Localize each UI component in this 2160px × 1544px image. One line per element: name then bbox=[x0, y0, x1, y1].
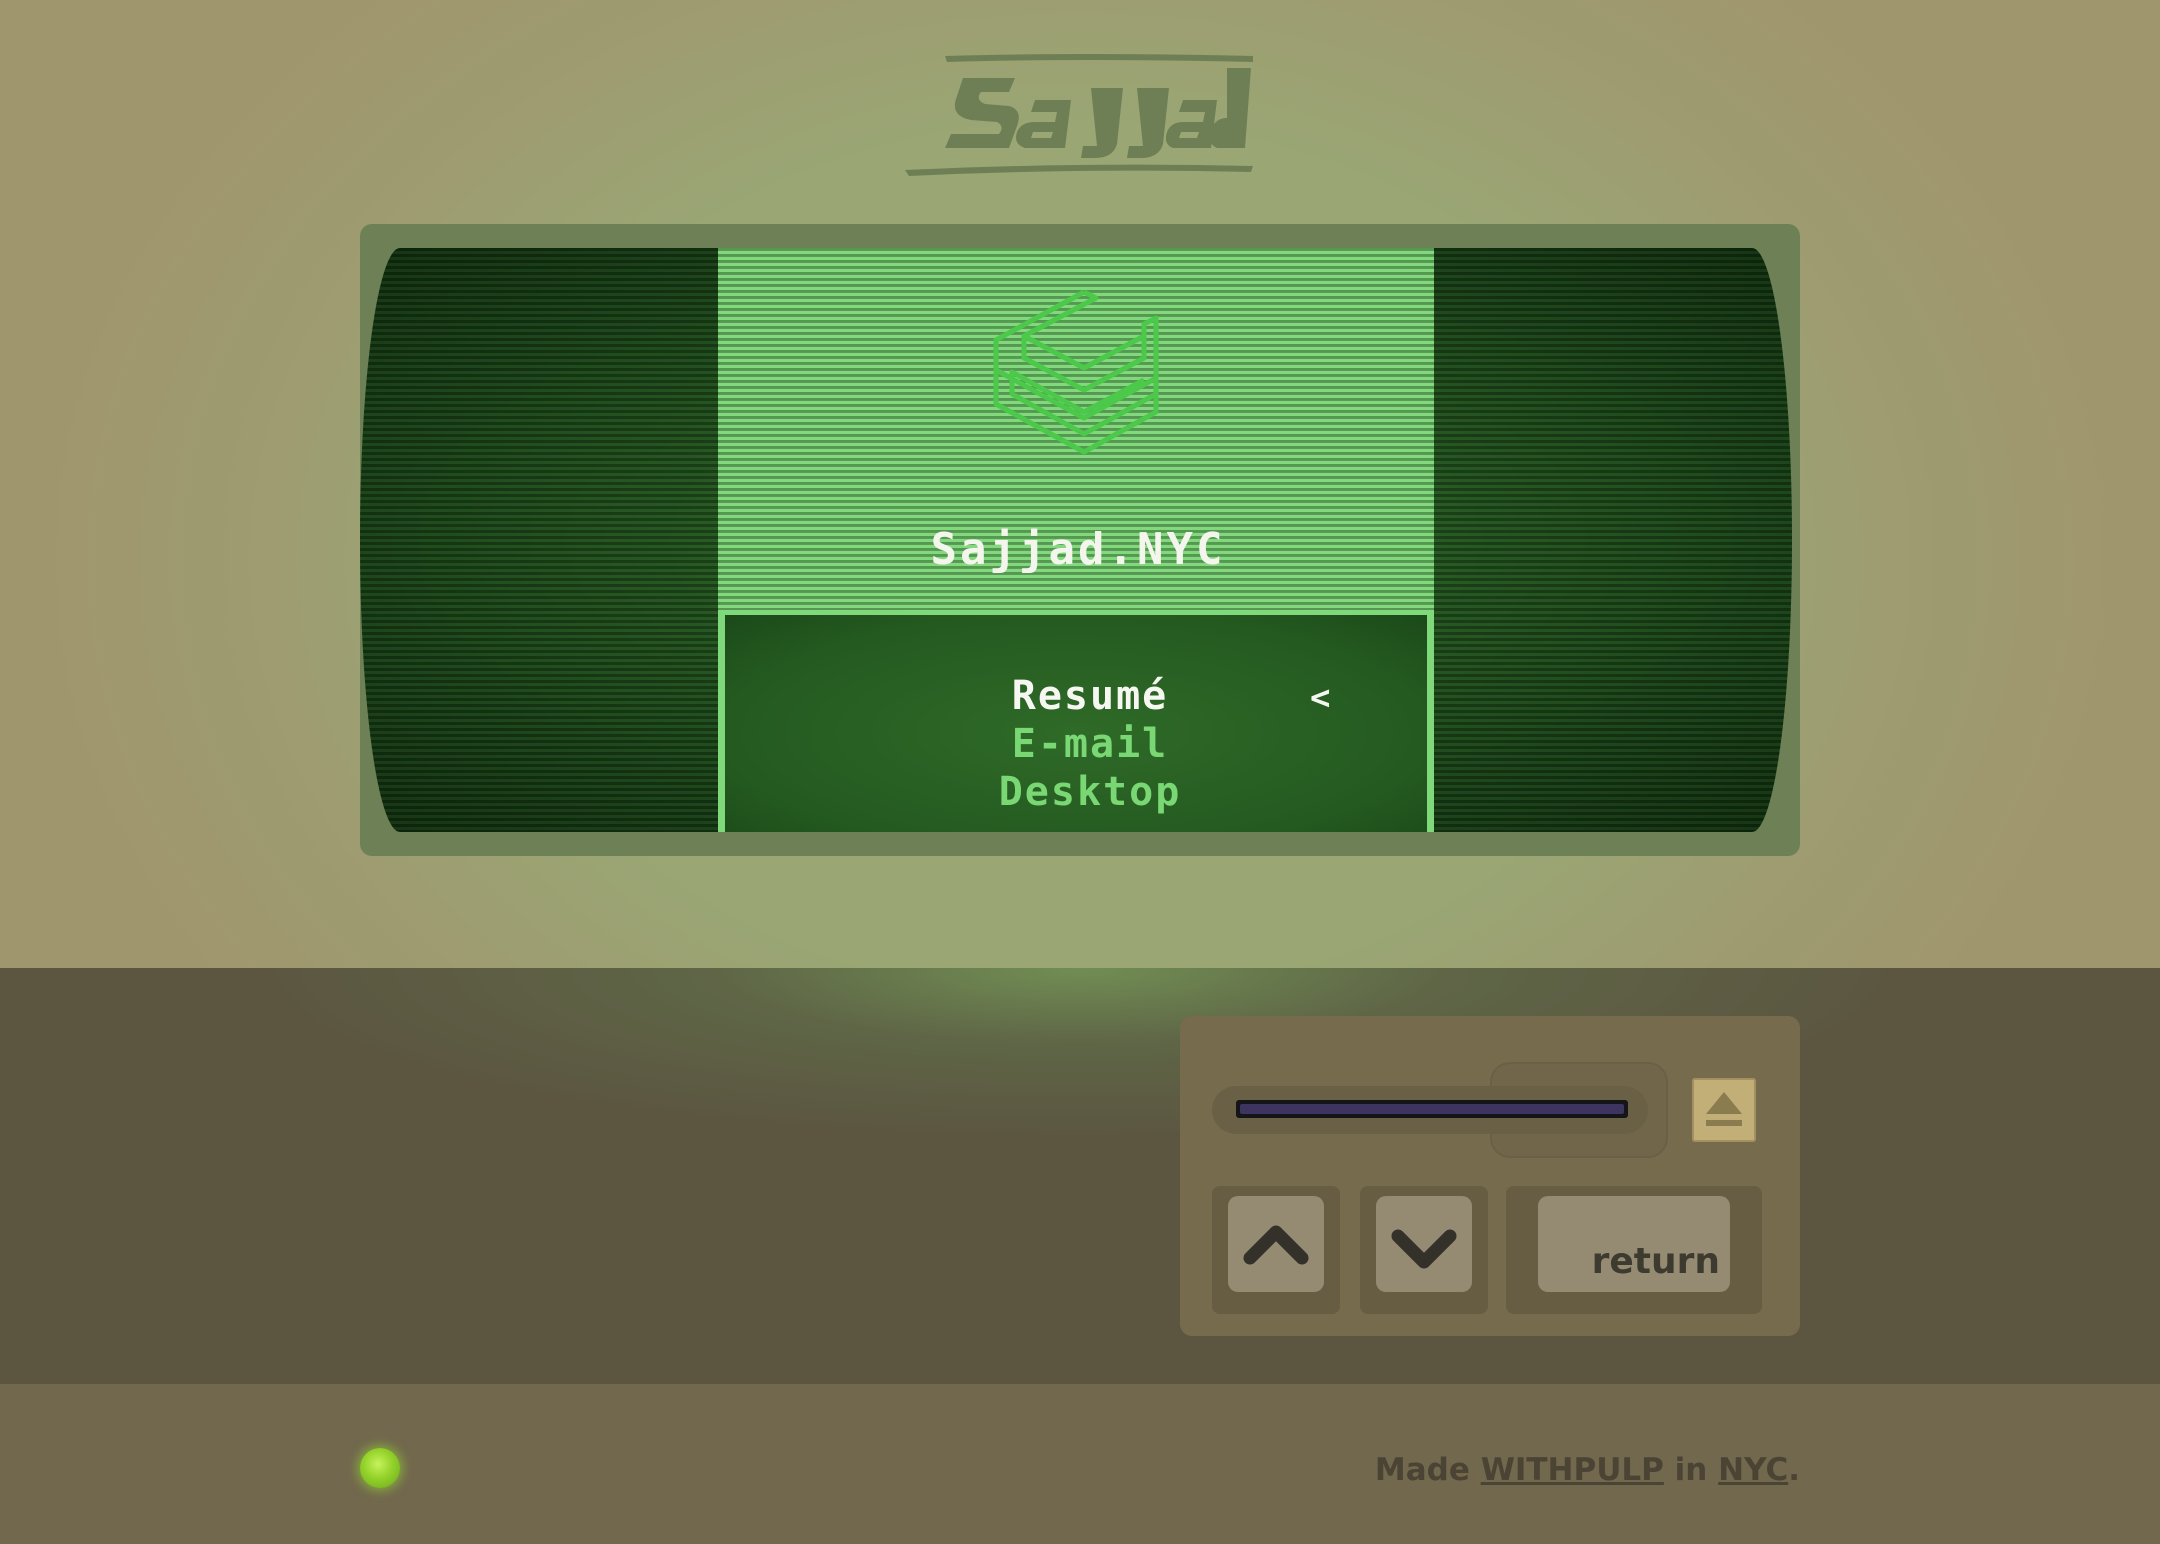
chevron-down-icon bbox=[1391, 1229, 1457, 1269]
s-cube-logo-icon bbox=[993, 289, 1159, 455]
menu-cursor-icon: < bbox=[1310, 678, 1331, 718]
nyc-link[interactable]: NYC bbox=[1718, 1452, 1788, 1488]
screen-glow bbox=[0, 968, 2160, 1148]
power-led-icon bbox=[360, 1448, 400, 1488]
return-label: return bbox=[1591, 1241, 1720, 1282]
site-title: Sajjad.NYC bbox=[930, 524, 1226, 575]
menu-item-resume[interactable]: Resumé bbox=[880, 672, 1300, 720]
menu-item-email[interactable]: E-mail bbox=[880, 720, 1300, 768]
sajjad-logo[interactable] bbox=[905, 48, 1255, 178]
footer-bar bbox=[0, 1384, 2160, 1544]
up-button[interactable] bbox=[1228, 1196, 1324, 1292]
down-button[interactable] bbox=[1376, 1196, 1472, 1292]
credits-made: Made bbox=[1374, 1452, 1470, 1488]
eject-icon bbox=[1706, 1092, 1742, 1126]
credits-period: . bbox=[1788, 1452, 1800, 1488]
return-button[interactable]: return bbox=[1538, 1196, 1730, 1292]
withpulp-link[interactable]: WITHPULP bbox=[1481, 1452, 1664, 1488]
credits-in: in bbox=[1674, 1452, 1708, 1488]
credits: Made WITHPULP in NYC. bbox=[1375, 1452, 1800, 1488]
main-menu: Resumé E-mail Desktop bbox=[880, 672, 1300, 816]
eject-button[interactable] bbox=[1692, 1078, 1756, 1142]
disc-slot-inner bbox=[1240, 1104, 1624, 1114]
menu-item-desktop[interactable]: Desktop bbox=[880, 768, 1300, 816]
chevron-up-icon bbox=[1243, 1225, 1309, 1265]
